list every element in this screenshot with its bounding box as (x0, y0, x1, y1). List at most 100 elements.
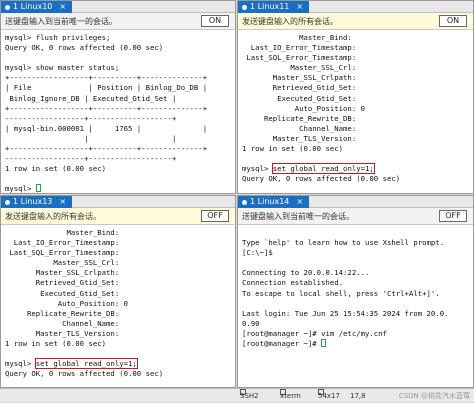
terminal-line: [root@manager ~]# vim /etc/my.cnf (242, 328, 387, 338)
terminal-line: 0.90 (242, 318, 260, 328)
tab-label: 1 Linux11 (250, 2, 290, 11)
broadcast-toggle-button[interactable]: ON (201, 15, 229, 27)
terminal-line: mysql> show master status; (5, 63, 120, 73)
tab-linux11[interactable]: 1 Linux11 × (238, 1, 310, 13)
broadcast-toggle-button[interactable]: OFF (439, 210, 467, 222)
terminal-line: Master_Bind: (242, 33, 352, 42)
notice-text: 发送键盘输入的所有会话。 (5, 212, 101, 221)
terminal-line: Retrieved_Gtid_Set: (5, 278, 120, 288)
session-pane-linux13[interactable]: 1 Linux13 × 发送键盘输入的所有会话。 OFF Master_Bind… (0, 195, 236, 388)
terminal-line: | File | Position | Binlog_Do_DB | (5, 83, 208, 93)
terminal-line: Master_Bind: (5, 228, 120, 237)
tab-linux10[interactable]: 1 Linux10 × (1, 1, 73, 13)
watermark: CSDN @桃花汽水蓝莓 (398, 392, 470, 400)
tab-bar: 1 Linux10 × (1, 1, 235, 13)
notice-text: 发送键盘输入的所有会话。 (242, 17, 338, 26)
terminal-line: Last login: Tue Jun 25 15:54:35 2024 fro… (242, 308, 449, 318)
terminal-line: | mysql-bin.000001 | 1765 | | (5, 123, 208, 133)
tab-label: 1 Linux14 (250, 197, 290, 206)
tab-bar: 1 Linux14 × (238, 196, 473, 208)
terminal-line: Last_IO_Error_Timestamp: (242, 43, 357, 53)
terminal-line: Last_IO_Error_Timestamp: (5, 238, 120, 248)
tab-label: 1 Linux13 (13, 197, 53, 206)
input-notice: 送键盘输入到当前唯一的会话。 ON (1, 13, 235, 30)
terminal-line: mysql> set global read_only=1; (242, 163, 375, 175)
terminal-line: Last_SQL_Error_Timestamp: (5, 248, 120, 258)
terminal-line: Last_SQL_Error_Timestamp: (242, 53, 357, 63)
cursor-icon (35, 184, 41, 193)
session-pane-linux10[interactable]: 1 Linux10 × 送键盘输入到当前唯一的会话。 ON mysql> flu… (0, 0, 236, 194)
close-icon[interactable]: × (296, 1, 303, 13)
tab-label: 1 Linux10 (13, 2, 53, 11)
terminal-line: [root@manager ~]# (242, 339, 469, 349)
broadcast-toggle-button[interactable]: OFF (201, 210, 229, 222)
terminal-line: +------------------+----------+---------… (5, 144, 208, 154)
terminal-line: Master_SSL_Crl: (5, 258, 120, 268)
session-pane-linux14[interactable]: 1 Linux14 × 送键盘输入到当前唯一的会话。 OFF Type `hel… (237, 195, 474, 388)
close-icon[interactable]: × (296, 196, 303, 208)
input-notice: 发送键盘输入的所有会话。 OFF (1, 208, 235, 225)
terminal-line: Master_SSL_Crlpath: (5, 268, 120, 278)
terminal-output[interactable]: Master_Bind: Last_IO_Error_Timestamp: La… (238, 31, 473, 193)
cursor-icon (321, 339, 327, 348)
tab-linux13[interactable]: 1 Linux13 × (1, 196, 73, 208)
terminal-output[interactable]: Master_Bind: Last_IO_Error_Timestamp: La… (1, 226, 235, 387)
terminal-line: Master_SSL_Crl: (242, 63, 357, 73)
terminal-line: 1 row in set (0.00 sec) (5, 164, 107, 174)
terminal-line: Type `help' to learn how to use Xshell p… (242, 238, 445, 248)
input-notice: 发送键盘输入的所有会话。 ON (238, 13, 473, 30)
terminal-line: ------------------+-------------------+ (5, 113, 177, 123)
terminal-line: Executed_Gtid_Set: (5, 288, 120, 298)
close-icon[interactable]: × (59, 1, 66, 13)
terminal-line: ------------------+-------------------+ (5, 154, 177, 164)
status-dot-icon (5, 199, 10, 205)
input-notice: 送键盘输入到当前唯一的会话。 OFF (238, 208, 473, 225)
terminal-line: mysql> flush privileges; (5, 33, 111, 42)
terminal-output[interactable]: mysql> flush privileges; Query OK, 0 rows… (1, 31, 235, 193)
terminal-line: Auto_Position: 0 (242, 103, 366, 113)
status-bar: SSH2 xterm 54x17 17,8 CSDN @桃花汽水蓝莓 (0, 388, 474, 402)
terminal-line: Executed_Gtid_Set: (242, 93, 357, 103)
terminal-line: +------------------+----------+---------… (5, 103, 208, 113)
tab-bar: 1 Linux13 × (1, 196, 235, 208)
terminal-line: To escape to local shell, press 'Ctrl+Al… (242, 288, 440, 298)
notice-text: 送键盘输入到当前唯一的会话。 (5, 17, 117, 26)
terminal-line: Query OK, 0 rows affected (0.00 sec) (5, 43, 164, 53)
terminal-line: Connecting to 20.0.0.14:22... (242, 268, 370, 278)
terminal-line: +------------------+----------+---------… (5, 73, 208, 83)
terminal-line: Query OK, 0 rows affected (0.00 sec) (5, 369, 164, 379)
terminal-line: | | (5, 133, 177, 143)
close-icon[interactable]: × (59, 196, 66, 208)
terminal-line: Master_SSL_Crlpath: (242, 73, 357, 83)
terminal-line: Auto_Position: 0 (5, 298, 129, 308)
terminal-line: Connection established. (242, 278, 344, 288)
terminal-line: Master_TLS_Version: (242, 133, 357, 143)
highlighted-command: set global read_only=1; (271, 163, 375, 175)
broadcast-toggle-button[interactable]: ON (439, 15, 467, 27)
session-pane-linux11[interactable]: 1 Linux11 × 发送键盘输入的所有会话。 ON Master_Bind:… (237, 0, 474, 194)
terminal-grid: 1 Linux10 × 送键盘输入到当前唯一的会话。 ON mysql> flu… (0, 0, 474, 388)
terminal-line: Binlog_Ignore_DB | Executed_Gtid_Set | (5, 93, 177, 103)
status-dot-icon (242, 199, 247, 205)
terminal-line: [C:\~]$ (242, 248, 273, 258)
terminal-line: Replicate_Rewrite_DB: (5, 308, 120, 318)
terminal-line: Master_TLS_Version: (5, 328, 120, 338)
terminal-line: Channel_Name: (242, 123, 357, 133)
terminal-line: mysql> set global read_only=1; (5, 358, 138, 370)
status-dot-icon (242, 4, 247, 10)
tab-linux14[interactable]: 1 Linux14 × (238, 196, 310, 208)
terminal-line: mysql> (5, 184, 231, 193)
terminal-output[interactable]: Type `help' to learn how to use Xshell p… (238, 226, 473, 387)
terminal-line: Retrieved_Gtid_Set: (242, 83, 357, 93)
notice-text: 送键盘输入到当前唯一的会话。 (242, 212, 354, 221)
terminal-line: Query OK, 0 rows affected (0.00 sec) (242, 174, 401, 184)
highlighted-command: set global read_only=1; (34, 358, 138, 370)
terminal-line: Replicate_Rewrite_DB: (242, 113, 357, 123)
